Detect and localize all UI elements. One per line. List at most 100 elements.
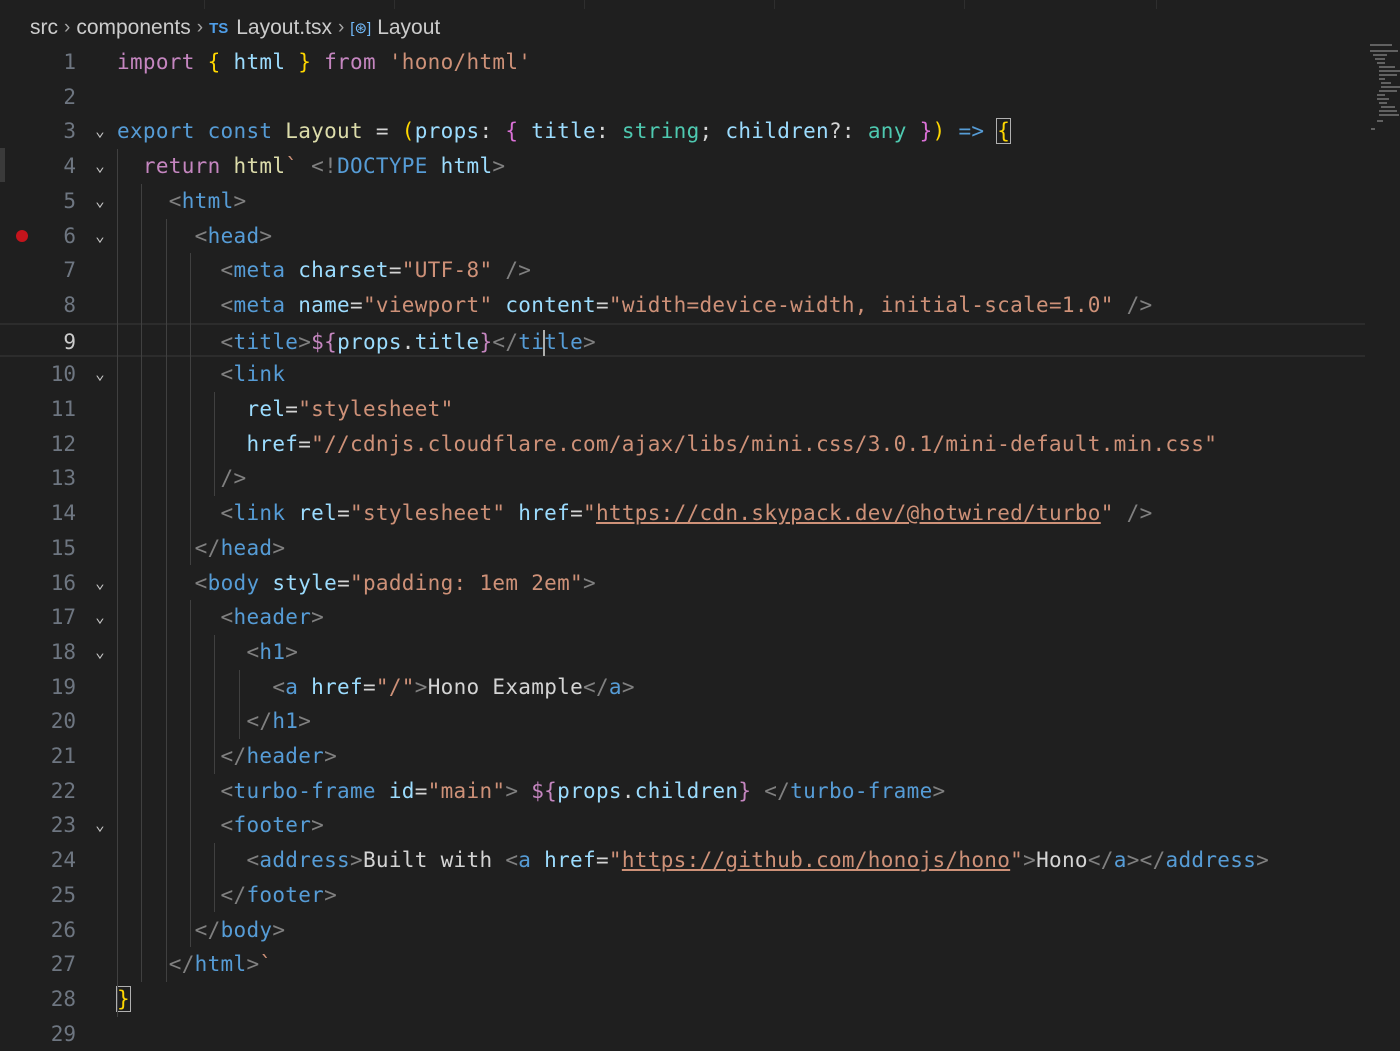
code-text[interactable]: export const Layout = (props: { title: s… [117,114,1012,149]
code-token: ) [932,119,946,144]
code-text[interactable]: <head> [117,219,272,254]
indent-guide [238,669,240,739]
code-line[interactable]: 13 /> [0,461,1365,496]
code-token: meta [233,292,299,317]
fold-chevron-icon[interactable]: ⌄ [90,600,110,635]
code-text[interactable]: <link rel="stylesheet" href="https://cdn… [117,496,1153,531]
code-line[interactable]: 15 </head> [0,531,1365,566]
line-number: 1 [63,50,76,74]
code-text[interactable]: <header> [117,600,324,635]
line-number: 23 [50,813,76,838]
code-text[interactable]: </footer> [117,878,337,913]
code-text[interactable]: <h1> [117,635,298,670]
code-line[interactable]: 2 [0,80,1365,115]
code-line[interactable]: 22 <turbo-frame id="main"> ${props.child… [0,774,1365,809]
code-line[interactable]: 18 ⌄ <h1> [0,635,1365,670]
code-token: } [479,329,493,354]
code-token: ` [259,952,273,977]
code-token: charset [298,258,389,283]
fold-chevron-icon[interactable]: ⌄ [90,114,110,149]
code-token: </ [194,535,221,560]
line-number: 11 [50,397,76,421]
code-line[interactable]: 4 ⌄ return html` <!DOCTYPE html> [0,149,1365,184]
fold-chevron-icon[interactable]: ⌄ [90,149,110,184]
code-token: < [194,223,208,248]
code-token: < [220,329,234,354]
code-text[interactable]: } [116,982,131,1017]
code-line[interactable]: 14 <link rel="stylesheet" href="https://… [0,496,1365,531]
code-line[interactable]: 29 [0,1017,1365,1051]
code-line[interactable]: 27 </html>` [0,947,1365,982]
fold-chevron-icon[interactable]: ⌄ [90,357,110,392]
code-line[interactable]: 3 ⌄ export const Layout = (props: { title:… [0,114,1365,149]
code-line[interactable]: 7 <meta charset="UTF-8" /> [0,253,1365,288]
code-line[interactable]: 11 rel="stylesheet" [0,392,1365,427]
code-line[interactable]: 9 <title>${props.title}</title> [0,322,1365,360]
code-line[interactable]: 12 href="//cdnjs.cloudflare.com/ajax/lib… [0,427,1365,462]
breadcrumb-item-layout-symbol[interactable]: Layout [377,16,440,40]
line-number: 10 [50,362,76,387]
code-token: > [311,813,325,838]
code-line[interactable]: 1 import { html } from 'hono/html' [0,45,1365,80]
code-line[interactable]: 21 </header> [0,739,1365,774]
code-token: < [272,674,286,699]
code-text[interactable]: /> [117,461,247,496]
code-token: href [311,674,363,699]
code-text[interactable]: <a href="/">Hono Example</a> [117,670,635,705]
code-text[interactable]: <footer> [117,808,324,843]
code-line[interactable]: 17 ⌄ <header> [0,600,1365,635]
tab-divider [584,0,585,9]
code-line[interactable]: 5 ⌄ <html> [0,184,1365,219]
tab-divider [774,0,775,9]
breadcrumb-item-src[interactable]: src [30,16,58,40]
code-text[interactable]: <address>Built with <a href="https://git… [117,843,1269,878]
code-text[interactable]: <body style="padding: 1em 2em"> [117,566,596,601]
code-line[interactable]: 24 <address>Built with <a href="https://… [0,843,1365,878]
code-text[interactable]: <turbo-frame id="main"> ${props.children… [117,774,946,809]
fold-chevron-icon[interactable]: ⌄ [90,566,110,601]
code-token: "stylesheet" [350,501,519,526]
fold-chevron-icon[interactable]: ⌄ [90,219,110,254]
code-text[interactable]: </html>` [117,947,272,982]
minimap[interactable] [1368,42,1400,134]
code-line[interactable]: 25 </footer> [0,878,1365,913]
code-token: href [518,501,571,526]
code-text[interactable]: import { html } from 'hono/html' [117,45,531,80]
breadcrumb-item-components[interactable]: components [76,16,190,40]
code-text[interactable]: <meta charset="UTF-8" /> [117,253,531,288]
code-text[interactable]: rel="stylesheet" [117,392,454,427]
code-line[interactable]: 10 ⌄ <link [0,357,1365,392]
fold-chevron-icon[interactable]: ⌄ [90,635,110,670]
line-number: 28 [50,986,76,1011]
code-line[interactable]: 23 ⌄ <footer> [0,808,1365,843]
code-text[interactable]: <html> [117,184,246,219]
code-text[interactable]: href="//cdnjs.cloudflare.com/ajax/libs/m… [117,427,1217,462]
fold-chevron-icon[interactable]: ⌄ [90,184,110,219]
code-text[interactable]: </header> [117,739,337,774]
code-line[interactable]: 28} [0,982,1365,1017]
code-line[interactable]: 16 ⌄ <body style="padding: 1em 2em"> [0,566,1365,601]
code-line[interactable]: 19 <a href="/">Hono Example</a> [0,670,1365,705]
code-line[interactable]: 26 </body> [0,913,1365,948]
code-text[interactable]: return html` <!DOCTYPE html> [117,149,505,184]
code-text[interactable]: <meta name="viewport" content="width=dev… [117,288,1153,323]
code-token: = [298,431,312,456]
code-line[interactable]: 8 <meta name="viewport" content="width=d… [0,288,1365,323]
fold-chevron-icon[interactable]: ⌄ [90,808,110,843]
code-token: = [285,397,299,421]
code-token: > [298,709,312,734]
code-text[interactable]: <title>${props.title}</title> [117,325,596,360]
code-line[interactable]: 20 </h1> [0,704,1365,739]
breadcrumb-item-layout-tsx[interactable]: Layout.tsx [236,16,332,40]
code-token: from [311,50,389,74]
code-token: html [233,50,286,74]
code-token: html [233,154,286,179]
code-line[interactable]: 6 ⌄ <head> [0,219,1365,254]
code-token: a [1113,848,1127,873]
code-editor[interactable]: 1 import { html } from 'hono/html' 2 3 ⌄ expo… [0,45,1400,1048]
line-number: 9 [63,329,76,354]
